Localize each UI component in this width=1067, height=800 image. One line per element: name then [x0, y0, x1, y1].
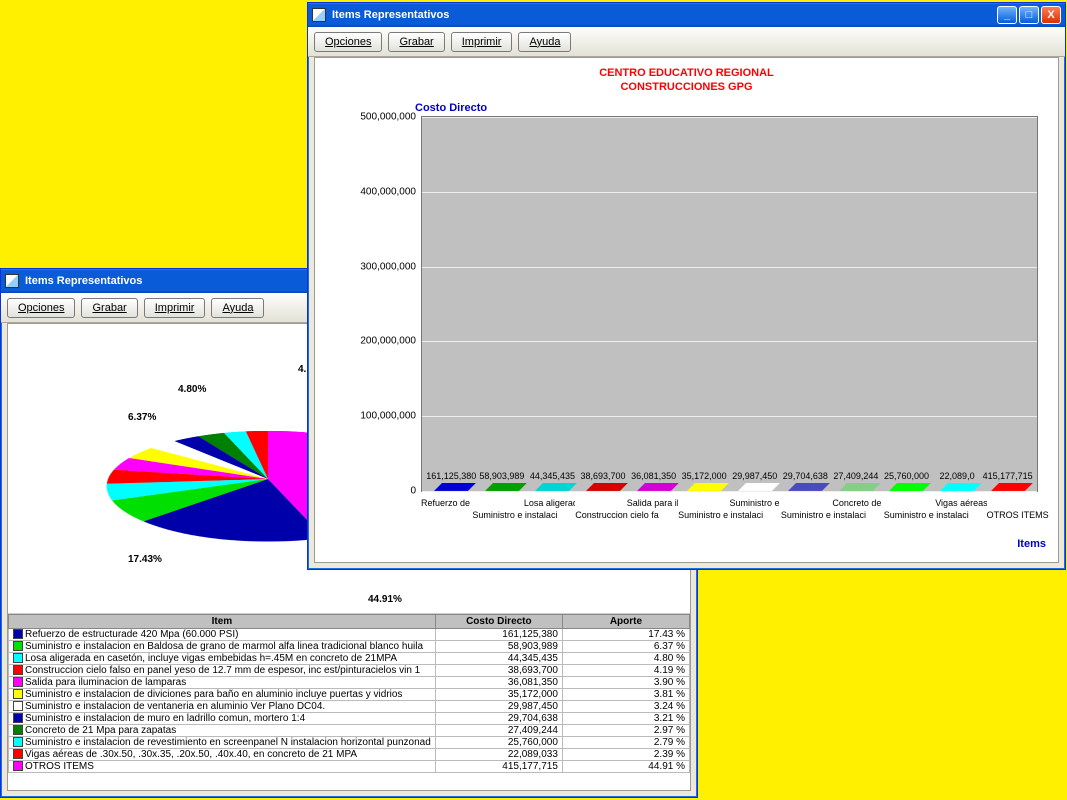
color-swatch — [13, 725, 23, 735]
y-tick: 0 — [410, 486, 422, 497]
x-category: Refuerzo de estructu — [421, 498, 472, 528]
toolbar-front: Opciones Grabar Imprimir Ayuda — [308, 27, 1065, 57]
app-icon — [312, 8, 326, 22]
front-content: CENTRO EDUCATIVO REGIONAL CONSTRUCCIONES… — [314, 57, 1059, 563]
table-row[interactable]: Suministro e instalacion de muro en ladr… — [9, 713, 690, 725]
grabar-button[interactable]: Grabar — [388, 32, 444, 52]
color-swatch — [13, 641, 23, 651]
window-title: Items Representativos — [332, 9, 449, 21]
ayuda-button[interactable]: Ayuda — [211, 298, 264, 318]
table-row[interactable]: Suministro e instalacion de revestimient… — [9, 737, 690, 749]
color-swatch — [13, 749, 23, 759]
color-swatch — [13, 761, 23, 771]
bar-value-label: 415,177,715 — [983, 471, 1033, 481]
color-swatch — [13, 653, 23, 663]
bar-value-label: 36,081,350 — [631, 471, 676, 481]
bar-value-label: 161,125,380 — [426, 471, 476, 481]
imprimir-button[interactable]: Imprimir — [451, 32, 513, 52]
table-row[interactable]: Losa aligerada en casetón, incluye vigas… — [9, 653, 690, 665]
color-swatch — [13, 689, 23, 699]
grabar-button[interactable]: Grabar — [81, 298, 137, 318]
imprimir-button[interactable]: Imprimir — [144, 298, 206, 318]
pie-percent-label: 44.91% — [368, 594, 402, 605]
table-row[interactable]: Vigas aéreas de .30x.50, .30x.35, .20x.5… — [9, 749, 690, 761]
bar-value-label: 29,987,450 — [732, 471, 777, 481]
bar-value-label: 58,903,989 — [479, 471, 524, 481]
y-tick: 500,000,000 — [360, 112, 422, 123]
chart-title-1: CENTRO EDUCATIVO REGIONAL — [325, 66, 1048, 80]
items-table: Item Costo Directo Aporte Refuerzo de es… — [8, 614, 690, 773]
window-items-front: Items Representativos _ □ X Opciones Gra… — [307, 2, 1066, 570]
bar-chart: CENTRO EDUCATIVO REGIONAL CONSTRUCCIONES… — [325, 66, 1048, 552]
x-category: Construccion cielo fa — [575, 498, 626, 528]
bar-value-label: 38,693,700 — [580, 471, 625, 481]
y-tick: 100,000,000 — [360, 411, 422, 422]
color-swatch — [13, 677, 23, 687]
x-category: Suministro e instalaci — [781, 498, 832, 528]
bar-value-label: 27,409,244 — [833, 471, 878, 481]
maximize-button[interactable]: □ — [1019, 6, 1039, 24]
col-aporte: Aporte — [562, 615, 689, 629]
bar-value-label: 22,089,0 — [940, 471, 975, 481]
plot-area: 161,125,38058,903,989 44,345,435 38,693,70… — [421, 116, 1038, 492]
x-category: Suministro e instalaci — [472, 498, 523, 528]
table-row[interactable]: Suministro e instalacion de diviciones p… — [9, 689, 690, 701]
table-row[interactable]: Concreto de 21 Mpa para zapatas27,409,24… — [9, 725, 690, 737]
color-swatch — [13, 665, 23, 675]
table-row[interactable]: OTROS ITEMS415,177,71544.91 % — [9, 761, 690, 773]
ayuda-button[interactable]: Ayuda — [518, 32, 571, 52]
chart-title-2: CONSTRUCCIONES GPG — [325, 80, 1048, 94]
col-item: Item — [9, 615, 436, 629]
table-row[interactable]: Suministro e instalacion en Baldosa de g… — [9, 641, 690, 653]
minimize-button[interactable]: _ — [997, 6, 1017, 24]
table-row[interactable]: Salida para iluminacion de lamparas36,08… — [9, 677, 690, 689]
x-categories: Refuerzo de estructuSuministro e instala… — [421, 498, 1038, 528]
color-swatch — [13, 737, 23, 747]
x-axis-label: Items — [1017, 538, 1046, 550]
bar-value-label: 44,345,435 — [530, 471, 575, 481]
table-row[interactable]: Construccion cielo falso en panel yeso d… — [9, 665, 690, 677]
table-row[interactable]: Refuerzo de estructurade 420 Mpa (60.000… — [9, 629, 690, 641]
window-title: Items Representativos — [25, 275, 142, 287]
app-icon — [5, 274, 19, 288]
col-costo: Costo Directo — [435, 615, 562, 629]
color-swatch — [13, 713, 23, 723]
titlebar-front[interactable]: Items Representativos _ □ X — [308, 3, 1065, 27]
x-category: Suministro e instalaci — [884, 498, 935, 528]
pie-percent-label: 6.37% — [128, 412, 156, 423]
bar-value-label: 35,172,000 — [682, 471, 727, 481]
color-swatch — [13, 629, 23, 639]
close-button[interactable]: X — [1041, 6, 1061, 24]
y-tick: 300,000,000 — [360, 261, 422, 272]
bar-value-label: 29,704,638 — [783, 471, 828, 481]
items-table-wrap[interactable]: Item Costo Directo Aporte Refuerzo de es… — [8, 614, 690, 790]
pie-percent-label: 4.80% — [178, 384, 206, 395]
x-category: OTROS ITEMS — [987, 498, 1038, 528]
opciones-button[interactable]: Opciones — [314, 32, 382, 52]
y-axis-label: Costo Directo — [415, 102, 487, 114]
table-row[interactable]: Suministro e instalacion de ventaneria e… — [9, 701, 690, 713]
pie-percent-label: 17.43% — [128, 554, 162, 565]
x-category: Suministro e instalaci — [678, 498, 729, 528]
y-tick: 400,000,000 — [360, 186, 422, 197]
opciones-button[interactable]: Opciones — [7, 298, 75, 318]
bar-value-label: 25,760,000 — [884, 471, 929, 481]
y-tick: 200,000,000 — [360, 336, 422, 347]
color-swatch — [13, 701, 23, 711]
